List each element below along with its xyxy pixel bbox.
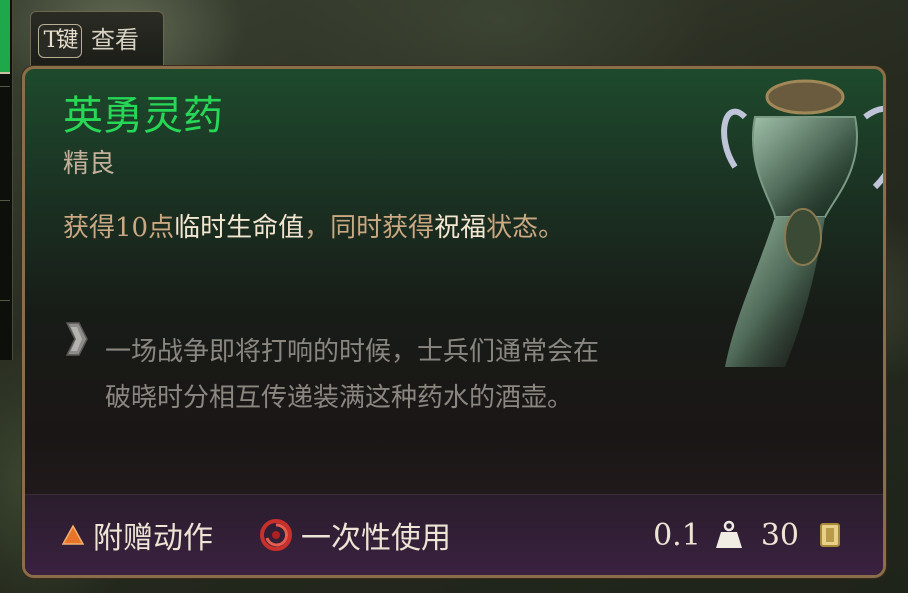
weight-value: 0.1 bbox=[653, 517, 701, 553]
description-highlight: 临时生命值 bbox=[174, 213, 305, 243]
left-side-panel bbox=[0, 0, 13, 360]
examine-label: 查看 bbox=[91, 26, 139, 54]
side-slot bbox=[0, 200, 10, 291]
usage-label: 一次性使用 bbox=[301, 521, 451, 556]
description-segment: 状态。 bbox=[486, 213, 565, 243]
item-description: 获得10点临时生命值，同时获得祝福状态。 bbox=[63, 207, 623, 249]
selected-slot-indicator bbox=[0, 0, 10, 74]
gold-value: 30 bbox=[760, 517, 799, 553]
red-swirl-icon bbox=[260, 519, 292, 551]
keybind-badge: T键 bbox=[38, 24, 82, 58]
description-segment: 获得10点 bbox=[63, 213, 175, 243]
side-slot bbox=[0, 86, 10, 177]
usage-type: 一次性使用 bbox=[259, 495, 451, 575]
item-tooltip: 英勇灵药 精良 获得10点临时生命值，同时获得祝福状态。 一场战争即将打响的时候… bbox=[22, 66, 886, 578]
description-segment: ，同时获得 bbox=[304, 213, 435, 243]
gold-coin-icon bbox=[820, 523, 840, 547]
side-slot bbox=[0, 300, 10, 391]
quote-icon bbox=[65, 322, 88, 356]
flavor-text: 一场战争即将打响的时候，士兵们通常会在破晓时分相互传递装满这种药水的酒壶。 bbox=[105, 337, 600, 413]
tooltip-footer: 附赠动作 一次性使用 0.1 30 bbox=[25, 494, 883, 575]
item-stats: 0.1 30 bbox=[653, 495, 841, 575]
action-type-label: 附赠动作 bbox=[93, 521, 213, 556]
weight-icon bbox=[715, 520, 742, 548]
item-name: 英勇灵药 bbox=[63, 93, 223, 139]
description-highlight: 祝福 bbox=[434, 213, 487, 243]
item-rarity: 精良 bbox=[63, 149, 116, 179]
orange-triangle-icon bbox=[61, 524, 85, 545]
potion-flask-icon bbox=[721, 79, 883, 367]
action-type: 附赠动作 bbox=[61, 495, 213, 575]
examine-tab[interactable]: T键 查看 bbox=[30, 11, 164, 66]
